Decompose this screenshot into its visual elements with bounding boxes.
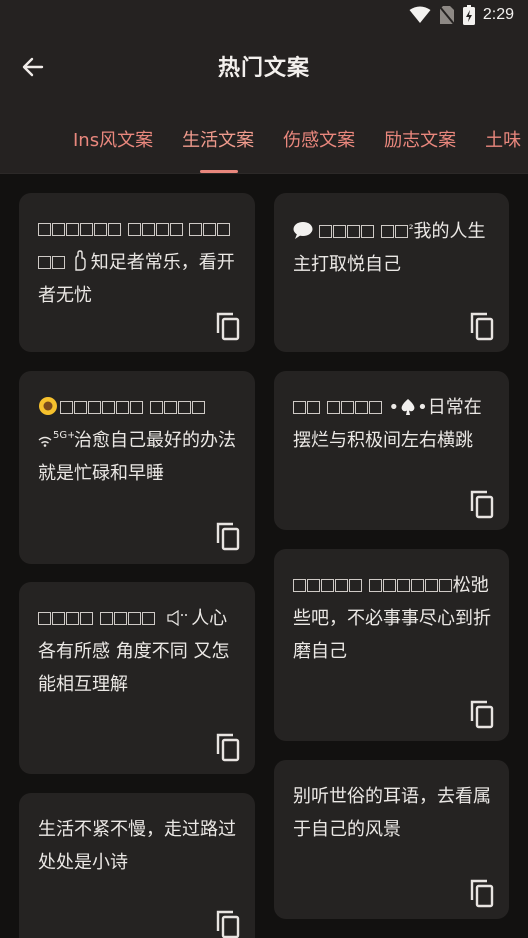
quote-text: ²我的人生 主打取悦自己 [293, 221, 486, 275]
speech-bubble-icon [293, 222, 313, 239]
decorative-glyphs: ² [319, 221, 414, 242]
tab-inspirational[interactable]: 励志文案 [384, 126, 456, 152]
clock: 2:29 [482, 6, 514, 23]
card-grid: 知足者常乐，看开者无忧 ²我的人生 主打取悦自己 5G+ 治愈自己最好的办法 就是… [0, 174, 528, 938]
decorative-glyphs [293, 575, 453, 596]
quote-text: 人心各有所感 角度不同 又怎能相互理解 [38, 608, 230, 695]
tab-cheesy[interactable]: 土味 [485, 126, 521, 152]
hand-icon [75, 250, 86, 271]
spade-icon [401, 399, 415, 415]
status-bar: 2:29 [0, 0, 528, 30]
battery-charging-icon [462, 5, 475, 25]
tab-indicator [200, 170, 238, 173]
page-title: 热门文案 [217, 56, 310, 81]
quote-text: 5G+ 治愈自己最好的办法 就是忙碌和早睡 [38, 391, 239, 490]
tab-life[interactable]: 生活文案 [182, 126, 254, 152]
app-bar: 热门文案 [0, 30, 528, 100]
quote-text: 生活不紧不慢，走过路过处处是小诗 [38, 819, 236, 873]
quote-text: • •日常在摆烂与积极间左右横跳 [293, 397, 482, 451]
tab-bar: Ins风文案 生活文案 伤感文案 励志文案 土味 [0, 100, 528, 174]
decorative-glyphs [38, 608, 167, 629]
quote-card[interactable]: 人心各有所感 角度不同 又怎能相互理解 [19, 582, 255, 774]
signal-5g-icon: 5G+ [38, 430, 76, 447]
quote-text: 别听世俗的耳语，去看属于自己的风景 [293, 786, 491, 840]
quote-card[interactable]: 别听世俗的耳语，去看属于自己的风景 [274, 760, 509, 919]
quote-card[interactable]: 生活不紧不慢，走过路过处处是小诗 [19, 793, 255, 938]
quote-card[interactable]: 5G+ 治愈自己最好的办法 就是忙碌和早睡 [19, 371, 255, 564]
tab-ins[interactable]: Ins风文案 [73, 126, 153, 152]
wifi-icon [409, 6, 431, 24]
sunflower-icon [39, 397, 57, 415]
quote-card[interactable]: 知足者常乐，看开者无忧 [19, 193, 255, 352]
copy-icon[interactable] [468, 878, 496, 908]
no-sim-icon [439, 5, 455, 25]
quote-card[interactable]: ²我的人生 主打取悦自己 [274, 193, 509, 352]
decorative-glyphs [60, 397, 211, 418]
quote-text: 知足者常乐，看开者无忧 [38, 213, 239, 312]
copy-icon[interactable] [214, 521, 242, 551]
copy-icon[interactable] [214, 909, 242, 938]
copy-icon[interactable] [214, 311, 242, 341]
megaphone-icon [167, 609, 188, 627]
copy-icon[interactable] [468, 311, 496, 341]
copy-icon[interactable] [468, 489, 496, 519]
quote-text: 松弛些吧，不必事事尽心到折磨自己 [293, 575, 491, 662]
quote-card[interactable]: • •日常在摆烂与积极间左右横跳 [274, 371, 509, 530]
decorative-glyphs: • [293, 397, 399, 418]
tab-sad[interactable]: 伤感文案 [283, 126, 355, 152]
copy-icon[interactable] [468, 699, 496, 729]
svg-text:5G+: 5G+ [53, 430, 74, 441]
copy-icon[interactable] [214, 732, 242, 762]
quote-card[interactable]: 松弛些吧，不必事事尽心到折磨自己 [274, 549, 509, 741]
